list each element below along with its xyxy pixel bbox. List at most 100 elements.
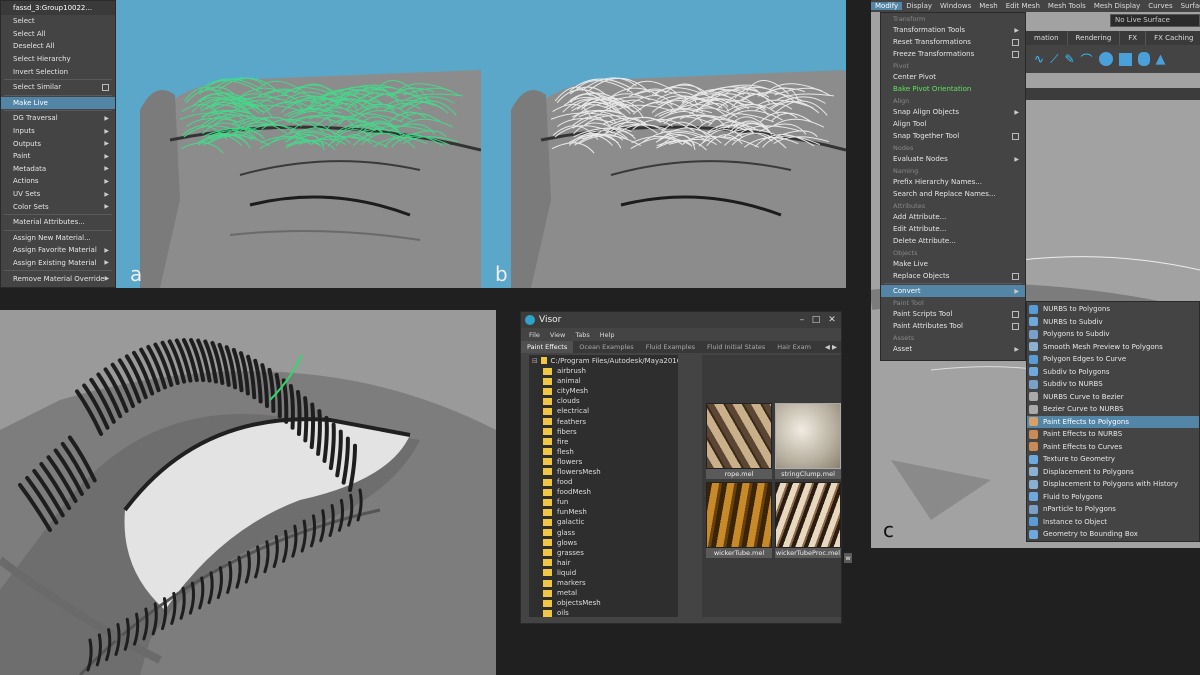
menu-item-select-all[interactable]: Select All [1,28,115,41]
option-box-icon[interactable] [1012,50,1019,58]
convert-item-texture-to-geometry[interactable]: Texture to Geometry [1027,453,1199,466]
menu-item-snap-align-objects[interactable]: Snap Align Objects ▶ [881,106,1025,118]
folder-item[interactable]: fire [529,437,688,447]
convert-item-displacement-to-polygons[interactable]: Displacement to Polygons [1027,466,1199,479]
menu-item-center-pivot[interactable]: Center Pivot [881,71,1025,83]
curve-tool-icon[interactable]: ∿ [1034,52,1044,66]
convert-item-instance-to-object[interactable]: Instance to Object [1027,516,1199,529]
menu-item-asset[interactable]: Asset ▶ [881,343,1025,355]
convert-item-geometry-to-bounding-box[interactable]: Geometry to Bounding Box [1027,528,1199,541]
menu-item-uv-sets[interactable]: UV Sets ▶ [1,188,115,201]
menu-item-paint[interactable]: Paint ▶ [1,150,115,163]
visor-tab-ocean-examples[interactable]: Ocean Examples [573,341,639,353]
folder-item[interactable]: cityMesh [529,386,688,396]
menu-item-prefix-hierarchy-names[interactable]: Prefix Hierarchy Names... [881,176,1025,188]
shelf-tab-rendering[interactable]: Rendering [1068,31,1121,45]
poly-cylinder-icon[interactable] [1137,52,1150,66]
option-box-icon[interactable] [1012,38,1019,46]
convert-item-fluid-to-polygons[interactable]: Fluid to Polygons [1027,491,1199,504]
arc-tool-icon[interactable]: ⌒ [1081,51,1093,68]
menubar-windows[interactable]: Windows [936,2,975,10]
folder-item[interactable]: glass [529,528,688,538]
convert-item-subdiv-to-nurbs[interactable]: Subdiv to NURBS [1027,378,1199,391]
menu-item-make-live[interactable]: Make Live [1,96,115,110]
option-box-icon[interactable] [1012,322,1019,330]
folder-item[interactable]: galactic [529,517,688,527]
folder-item[interactable]: markers [529,578,688,588]
menu-item-select[interactable]: Select [1,15,115,28]
visor-tab-paint-effects[interactable]: Paint Effects [521,341,574,353]
folder-item[interactable]: glows [529,538,688,548]
tab-scroll-arrows-icon[interactable]: ◀ ▶ [822,341,837,353]
folder-item[interactable]: flowersMesh [529,467,688,477]
menu-item-paint-scripts-tool[interactable]: Paint Scripts Tool [881,308,1025,320]
menu-item-select-similar[interactable]: Select Similar [1,81,115,94]
convert-item-paint-effects-to-polygons[interactable]: Paint Effects to Polygons [1027,415,1199,428]
menu-item-assign-favorite-material[interactable]: Assign Favorite Material ▶ [1,244,115,257]
menu-item-edit-attribute[interactable]: Edit Attribute... [881,223,1025,235]
convert-item-polygon-edges-to-curve[interactable]: Polygon Edges to Curve [1027,353,1199,366]
menubar-modify[interactable]: Modify [871,2,903,10]
convert-item-smooth-mesh-preview-to-polygons[interactable]: Smooth Mesh Preview to Polygons [1027,341,1199,354]
menubar-edit-mesh[interactable]: Edit Mesh [1002,2,1044,10]
menubar-mesh[interactable]: Mesh [975,2,1001,10]
menu-item-inputs[interactable]: Inputs ▶ [1,125,115,138]
menu-item-evaluate-nodes[interactable]: Evaluate Nodes ▶ [881,153,1025,165]
menu-item-freeze-transformations[interactable]: Freeze Transformations [881,48,1025,60]
folder-item[interactable]: flesh [529,447,688,457]
menu-item-snap-together-tool[interactable]: Snap Together Tool [881,130,1025,142]
menu-item-replace-objects[interactable]: Replace Objects [881,270,1025,282]
collapse-icon[interactable]: ⊟ [532,357,538,365]
menu-item-select-hierarchy[interactable]: Select Hierarchy [1,53,115,66]
convert-item-subdiv-to-polygons[interactable]: Subdiv to Polygons [1027,366,1199,379]
folder-item[interactable]: food [529,477,688,487]
folder-item[interactable]: grasses [529,548,688,558]
menubar-curves[interactable]: Curves [1144,2,1176,10]
convert-item-polygons-to-subdiv[interactable]: Polygons to Subdiv [1027,328,1199,341]
visor-tab-hair-exam[interactable]: Hair Exam [771,341,817,353]
tree-scrollbar[interactable] [678,355,688,617]
convert-item-paint-effects-to-curves[interactable]: Paint Effects to Curves [1027,441,1199,454]
convert-item-nurbs-to-polygons[interactable]: NURBS to Polygons [1027,303,1199,316]
maximize-button[interactable]: □ [809,315,823,325]
visor-tab-fluid-examples[interactable]: Fluid Examples [640,341,701,353]
convert-item-displacement-to-polygons-with-history[interactable]: Displacement to Polygons with History [1027,478,1199,491]
menubar-surfaces[interactable]: Surfaces [1177,2,1200,10]
menu-item-transformation-tools[interactable]: Transformation Tools ▶ [881,24,1025,36]
option-box-icon[interactable] [1012,132,1019,140]
menu-item-reset-transformations[interactable]: Reset Transformations [881,36,1025,48]
folder-item[interactable]: foodMesh [529,487,688,497]
viewport-d[interactable] [0,310,496,675]
folder-item[interactable]: liquid [529,568,688,578]
folder-item[interactable]: feathers [529,416,688,426]
ep-curve-icon[interactable]: ⟋ [1050,52,1058,67]
convert-item-nparticle-to-polygons[interactable]: nParticle to Polygons [1027,503,1199,516]
folder-item[interactable]: clouds [529,396,688,406]
option-box-icon[interactable] [102,83,109,91]
visor-titlebar[interactable]: Visor – □ ✕ [521,312,841,328]
folder-item[interactable]: objectsMesh [529,598,688,608]
visor-menu-file[interactable]: File [529,331,540,339]
convert-item-nurbs-curve-to-bezier[interactable]: NURBS Curve to Bezier [1027,391,1199,404]
folder-item[interactable]: animal [529,376,688,386]
convert-item-bezier-curve-to-nurbs[interactable]: Bezier Curve to NURBS [1027,403,1199,416]
folder-item[interactable]: oils [529,608,688,617]
thumbnail-wickertubeproc-mel[interactable]: wickerTubeProc.mel [775,482,841,558]
menu-item-outputs[interactable]: Outputs ▶ [1,137,115,150]
menu-item-color-sets[interactable]: Color Sets ▶ [1,200,115,213]
minimize-button[interactable]: – [795,315,809,325]
visor-menu-tabs[interactable]: Tabs [575,331,589,339]
menubar-mesh-display[interactable]: Mesh Display [1090,2,1144,10]
convert-item-paint-effects-to-nurbs[interactable]: Paint Effects to NURBS [1027,428,1199,441]
poly-sphere-icon[interactable] [1098,52,1113,66]
menubar-display[interactable]: Display [902,2,936,10]
shelf-tab-mation[interactable]: mation [1026,31,1068,45]
menu-item-bake-pivot-orientation[interactable]: Bake Pivot Orientation [881,83,1025,95]
shelf-tab-fx[interactable]: FX [1120,31,1147,45]
shelf-tab-fx-caching[interactable]: FX Caching [1146,31,1200,45]
poly-cone-icon[interactable]: ▲ [1156,52,1166,67]
menu-item-invert-selection[interactable]: Invert Selection [1,65,115,78]
live-surface-field[interactable]: No Live Surface [1110,14,1200,27]
menubar-mesh-tools[interactable]: Mesh Tools [1044,2,1090,10]
visor-menu-help[interactable]: Help [600,331,615,339]
